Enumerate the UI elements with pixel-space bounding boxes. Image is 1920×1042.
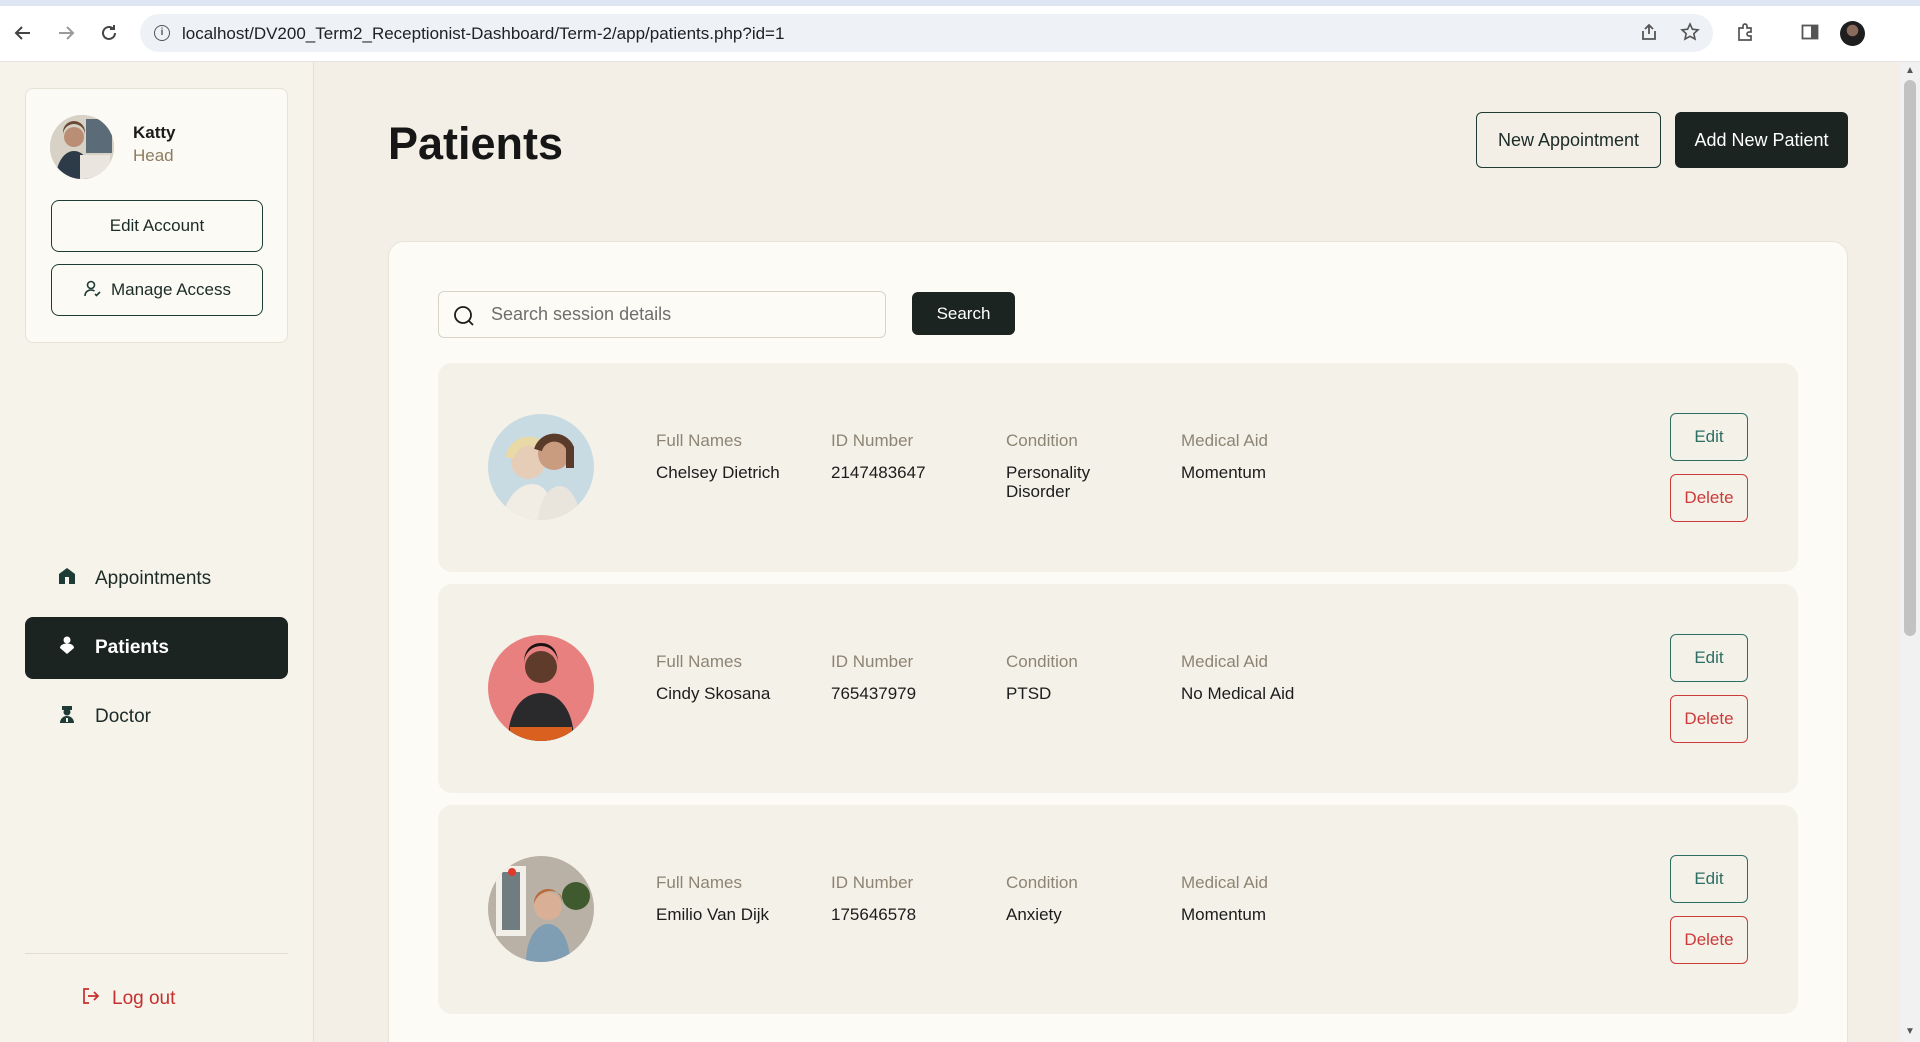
patient-photo — [488, 635, 594, 741]
medical-aid-label: Medical Aid — [1181, 873, 1268, 892]
condition-label: Condition — [1006, 873, 1078, 892]
scroll-down-icon[interactable]: ▼ — [1904, 1026, 1916, 1038]
sidebar-item-patients[interactable]: Patients — [25, 617, 288, 679]
extensions-icon[interactable] — [1733, 20, 1757, 44]
manage-access-button[interactable]: Manage Access — [51, 264, 263, 316]
url-text[interactable]: localhost/DV200_Term2_Receptionist-Dashb… — [182, 24, 784, 44]
edit-account-label: Edit Account — [109, 216, 205, 235]
scroll-up-icon[interactable]: ▲ — [1904, 65, 1916, 77]
browser-chrome: i localhost/DV200_Term2_Receptionist-Das… — [0, 0, 1920, 62]
site-info-icon[interactable]: i — [154, 25, 170, 41]
new-appointment-button[interactable]: New Appointment — [1476, 112, 1661, 168]
back-icon[interactable] — [10, 20, 36, 46]
profile-card: Katty Head Edit Account Manage Access — [25, 88, 288, 343]
person-icon — [57, 635, 77, 661]
sidebar-item-label: Patients — [95, 637, 169, 658]
user-name: Katty — [133, 123, 176, 142]
patient-photo — [488, 856, 594, 962]
sidebar-divider — [25, 953, 288, 954]
full-names-column: Full Names Cindy Skosana — [656, 652, 770, 703]
id-number-label: ID Number — [831, 873, 914, 892]
tab-strip — [0, 0, 1920, 6]
medical-aid-label: Medical Aid — [1181, 431, 1268, 450]
user-avatar — [50, 115, 114, 179]
bookmark-star-icon[interactable] — [1678, 20, 1702, 44]
address-bar[interactable]: i localhost/DV200_Term2_Receptionist-Das… — [140, 14, 1713, 52]
home-icon — [57, 566, 77, 592]
id-number-label: ID Number — [831, 431, 914, 450]
search-input[interactable] — [491, 304, 871, 325]
page-scrollbar[interactable]: ▲ ▼ — [1900, 62, 1920, 1042]
reload-icon[interactable] — [96, 20, 122, 46]
full-name-value: Cindy Skosana — [656, 684, 771, 703]
condition-value: Anxiety — [1006, 905, 1062, 924]
manage-access-label: Manage Access — [110, 280, 231, 299]
medical-aid-label: Medical Aid — [1181, 652, 1268, 671]
scroll-thumb[interactable] — [1904, 80, 1916, 636]
id-number-column: ID Number 765437979 — [831, 652, 916, 703]
id-number-label: ID Number — [831, 652, 914, 671]
medical-aid-value: No Medical Aid — [1181, 684, 1295, 703]
logout-button[interactable]: Log out — [82, 987, 175, 1011]
condition-column: Condition Anxiety — [1006, 873, 1126, 924]
sidebar: Katty Head Edit Account Manage Access Ap… — [0, 62, 314, 1042]
condition-label: Condition — [1006, 652, 1078, 671]
sidebar-item-appointments[interactable]: Appointments — [25, 548, 288, 610]
patient-row: Full Names Chelsey Dietrich ID Number 21… — [438, 363, 1798, 572]
sidebar-item-doctor[interactable]: Doctor — [25, 686, 288, 748]
full-name-value: Chelsey Dietrich — [656, 463, 780, 482]
sidebar-item-label: Appointments — [95, 568, 212, 589]
user-role: Head — [133, 146, 174, 165]
add-new-patient-button[interactable]: Add New Patient — [1675, 112, 1848, 168]
condition-column: Condition PTSD — [1006, 652, 1126, 703]
full-names-label: Full Names — [656, 652, 742, 671]
delete-button[interactable]: Delete — [1670, 474, 1748, 522]
share-icon[interactable] — [1637, 20, 1661, 44]
medical-aid-value: Momentum — [1181, 905, 1267, 924]
edit-button[interactable]: Edit — [1670, 634, 1748, 682]
browser-profile-avatar[interactable] — [1840, 21, 1865, 46]
full-names-column: Full Names Emilio Van Dijk — [656, 873, 769, 924]
condition-value: Personality Disorder — [1006, 463, 1091, 501]
id-number-value: 175646578 — [831, 905, 917, 924]
patient-row: Full Names Cindy Skosana ID Number 76543… — [438, 584, 1798, 793]
search-button[interactable]: Search — [912, 292, 1015, 335]
logout-label: Log out — [112, 988, 176, 1009]
id-number-column: ID Number 2147483647 — [831, 431, 926, 482]
full-names-column: Full Names Chelsey Dietrich — [656, 431, 780, 482]
edit-button[interactable]: Edit — [1670, 413, 1748, 461]
id-number-value: 2147483647 — [831, 463, 926, 482]
full-name-value: Emilio Van Dijk — [656, 905, 770, 924]
medical-aid-column: Medical Aid Momentum — [1181, 873, 1268, 924]
medical-aid-column: Medical Aid No Medical Aid — [1181, 652, 1294, 703]
edit-button[interactable]: Edit — [1670, 855, 1748, 903]
delete-button[interactable]: Delete — [1670, 916, 1748, 964]
full-names-label: Full Names — [656, 431, 742, 450]
doctor-icon — [57, 704, 77, 730]
patient-row: Full Names Emilio Van Dijk ID Number 175… — [438, 805, 1798, 1014]
delete-button[interactable]: Delete — [1670, 695, 1748, 743]
patient-photo — [488, 414, 594, 520]
sidebar-item-label: Doctor — [95, 706, 151, 727]
medical-aid-value: Momentum — [1181, 463, 1267, 482]
id-number-column: ID Number 175646578 — [831, 873, 916, 924]
search-icon — [453, 305, 475, 327]
manage-access-icon — [83, 279, 101, 302]
edit-account-button[interactable]: Edit Account — [51, 200, 263, 252]
page-title: Patients — [388, 118, 564, 169]
full-names-label: Full Names — [656, 873, 742, 892]
forward-icon[interactable] — [53, 20, 79, 46]
condition-label: Condition — [1006, 431, 1078, 450]
search-box[interactable] — [438, 291, 886, 338]
id-number-value: 765437979 — [831, 684, 917, 703]
condition-value: PTSD — [1006, 684, 1052, 703]
condition-column: Condition Personality Disorder — [1006, 431, 1126, 501]
side-panel-icon[interactable] — [1798, 20, 1822, 44]
medical-aid-column: Medical Aid Momentum — [1181, 431, 1268, 482]
logout-icon — [82, 987, 100, 1011]
